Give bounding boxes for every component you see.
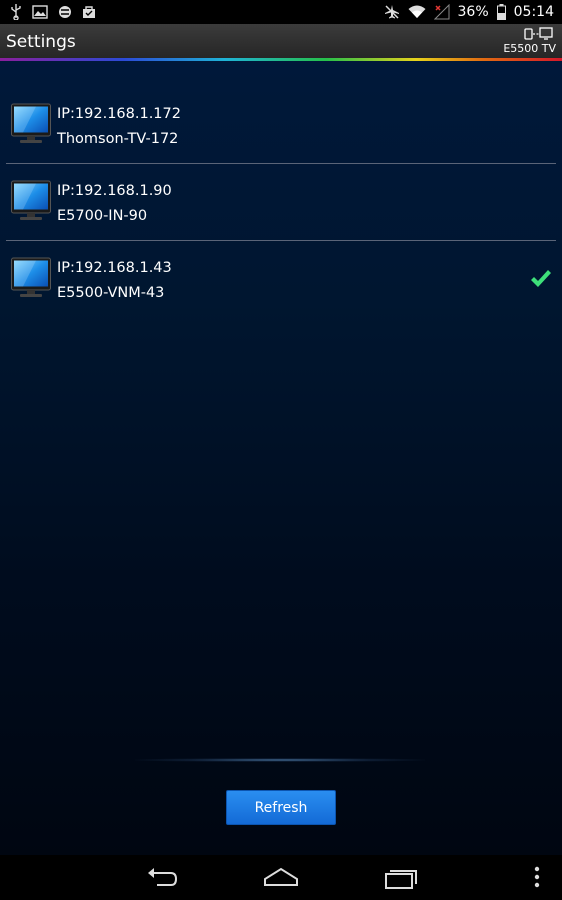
checkmark-icon: [531, 270, 551, 287]
system-icons: 36% 05:14: [384, 2, 554, 22]
bag-icon: [83, 6, 95, 18]
recent-apps-icon[interactable]: [383, 863, 419, 891]
page-title: Settings: [6, 32, 76, 52]
battery-percent: 36%: [457, 4, 489, 20]
phone-to-tv-icon: [524, 27, 553, 40]
action-bar: Settings E5500 TV: [0, 24, 562, 58]
device-name: E5500-VNM-43: [57, 285, 165, 301]
connected-device-button[interactable]: E5500 TV: [496, 26, 556, 56]
divider-glow: [135, 758, 425, 762]
device-list-screen: IP:192.168.1.172 Thomson-TV-172 IP:192.1…: [0, 61, 562, 855]
tv-icon: [11, 103, 51, 143]
connected-device-label: E5500 TV: [503, 42, 556, 55]
home-icon[interactable]: [262, 863, 300, 891]
device-name: Thomson-TV-172: [57, 131, 179, 147]
tv-icon: [11, 180, 51, 220]
navigation-bar: [0, 855, 562, 900]
status-bar: 36% 05:14: [0, 0, 562, 24]
airplane-off-icon: [384, 5, 399, 19]
refresh-button[interactable]: Refresh: [226, 790, 336, 825]
device-ip: IP:192.168.1.172: [57, 106, 181, 122]
device-ip: IP:192.168.1.43: [57, 260, 172, 276]
device-name: E5700-IN-90: [57, 208, 148, 224]
battery-icon: [496, 4, 506, 20]
device-row-e5700[interactable]: IP:192.168.1.90 E5700-IN-90: [0, 164, 562, 241]
image-icon: [32, 5, 48, 19]
signal-icon: [433, 4, 450, 20]
usb-icon: [11, 4, 21, 20]
device-row-e5500[interactable]: IP:192.168.1.43 E5500-VNM-43: [0, 241, 562, 318]
wifi-icon: [408, 5, 426, 18]
device-list: IP:192.168.1.172 Thomson-TV-172 IP:192.1…: [0, 61, 562, 318]
clock: 05:14: [513, 4, 554, 20]
notification-icons: [10, 4, 96, 20]
media-icon: [59, 6, 71, 18]
overflow-menu-icon[interactable]: [532, 863, 542, 891]
back-icon[interactable]: [145, 863, 179, 891]
tv-icon: [11, 257, 51, 297]
device-ip: IP:192.168.1.90: [57, 183, 172, 199]
device-row-thomson[interactable]: IP:192.168.1.172 Thomson-TV-172: [0, 61, 562, 164]
